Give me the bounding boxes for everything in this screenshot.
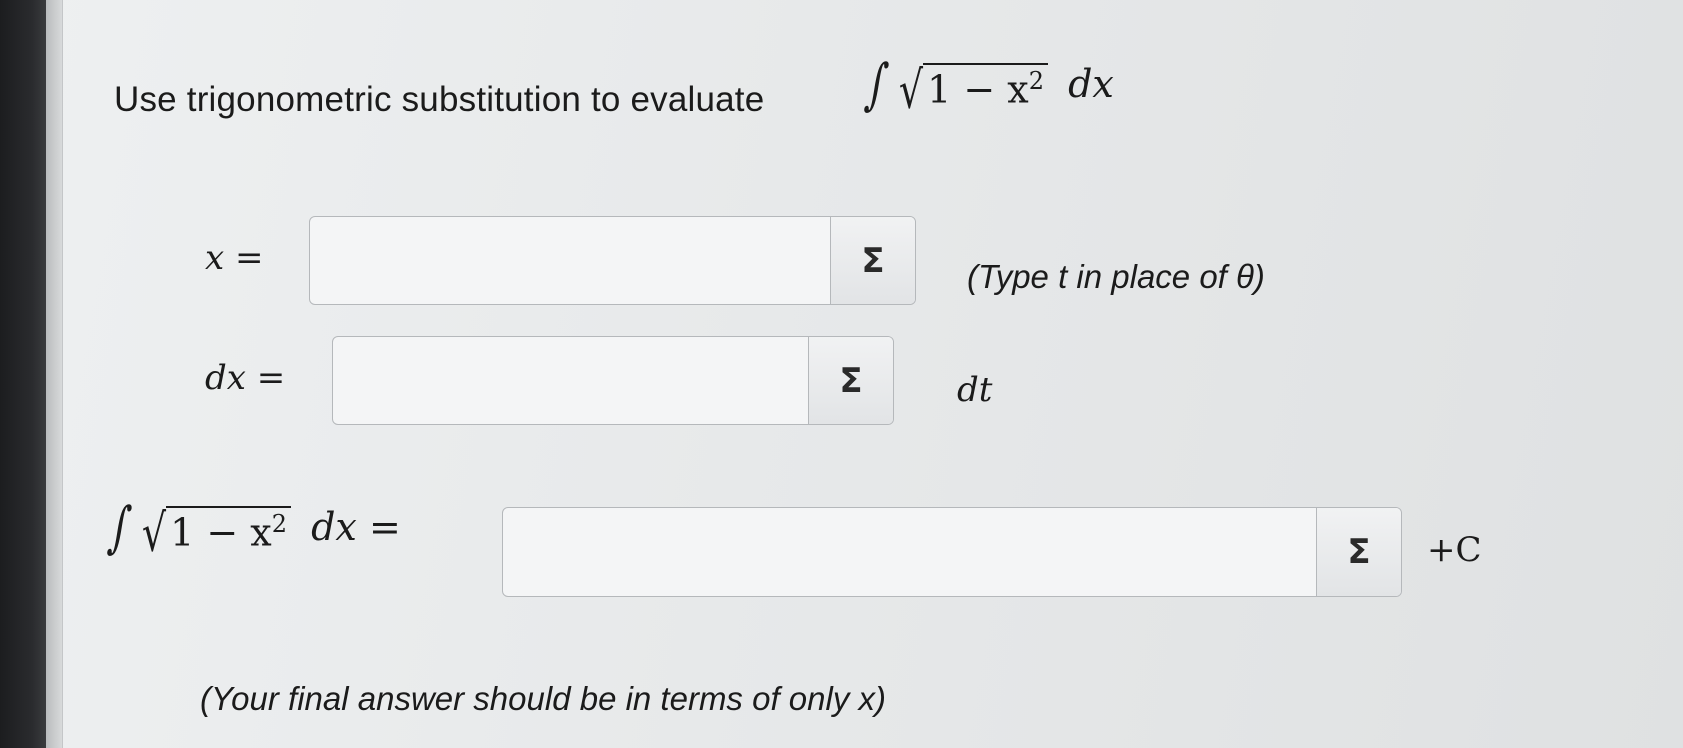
panel-edge bbox=[46, 0, 63, 748]
prompt-text: Use trigonometric substitution to evalua… bbox=[114, 80, 765, 119]
square-root: √ 1 − x2 bbox=[142, 503, 292, 563]
integral-sign: ∫ bbox=[862, 52, 892, 116]
radicand: 1 − x2 bbox=[923, 63, 1049, 112]
radical-sign: √ bbox=[141, 503, 167, 563]
dx-field: Σ bbox=[332, 336, 894, 425]
plus-c-suffix: +C bbox=[1427, 530, 1482, 570]
prompt-differential: dx bbox=[1068, 62, 1114, 106]
radicand: 1 − x2 bbox=[166, 506, 292, 555]
monitor-bezel bbox=[0, 0, 46, 748]
radical-sign: √ bbox=[898, 60, 924, 120]
prompt-integral: ∫ √ 1 − x2 dx bbox=[862, 52, 1114, 120]
exponent: 2 bbox=[1028, 67, 1045, 96]
screen-frame: Use trigonometric substitution to evalua… bbox=[0, 0, 1683, 748]
integral-differential: dx = bbox=[311, 505, 401, 549]
dx-label: dx = bbox=[205, 358, 286, 398]
square-root: √ 1 − x2 bbox=[899, 60, 1049, 120]
integral-sigma-button[interactable]: Σ bbox=[1316, 508, 1401, 596]
x-sigma-button[interactable]: Σ bbox=[830, 217, 915, 304]
question-prompt: Use trigonometric substitution to evalua… bbox=[114, 80, 764, 120]
x-hint: (Type t in place of θ) bbox=[967, 258, 1265, 295]
dx-sigma-button[interactable]: Σ bbox=[808, 337, 893, 424]
dx-input[interactable] bbox=[333, 337, 808, 424]
x-label: x = bbox=[205, 238, 264, 278]
final-answer-note: (Your final answer should be in terms of… bbox=[200, 680, 886, 717]
question-area: Use trigonometric substitution to evalua… bbox=[62, 0, 1683, 748]
integral-answer-input[interactable] bbox=[503, 508, 1316, 596]
dt-suffix: dt bbox=[957, 370, 993, 410]
x-field: Σ bbox=[309, 216, 916, 305]
integral-sign: ∫ bbox=[105, 495, 135, 559]
x-substitution-input[interactable] bbox=[310, 217, 830, 304]
exponent: 2 bbox=[271, 510, 288, 539]
integral-field: Σ bbox=[502, 507, 1402, 597]
integral-expression: ∫ √ 1 − x2 dx = bbox=[105, 495, 401, 563]
